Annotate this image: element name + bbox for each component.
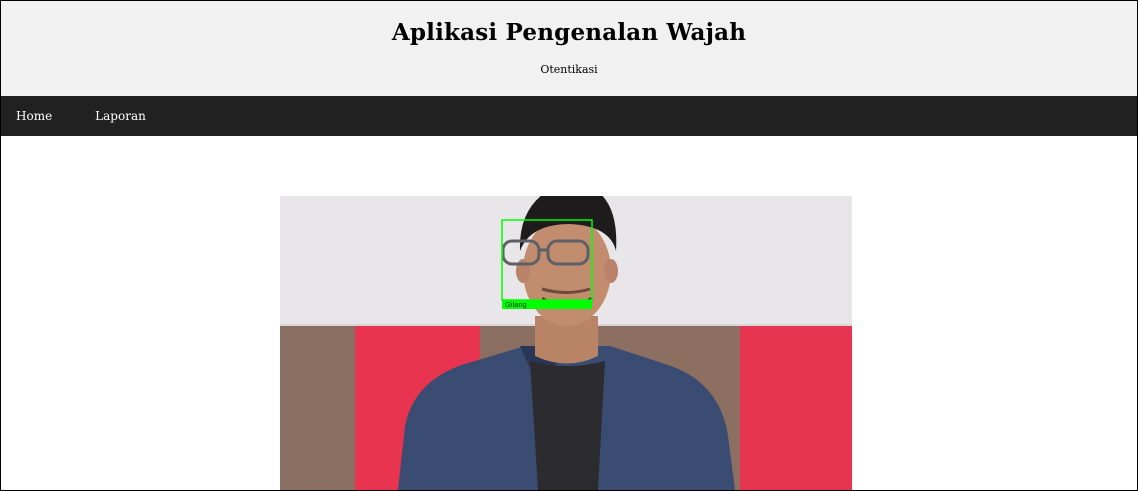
red-panel-right (740, 326, 852, 490)
face-shape (523, 216, 611, 326)
app-window: Aplikasi Pengenalan Wajah Otentikasi Hom… (0, 0, 1138, 491)
nav-bar: Home Laporan (1, 96, 1137, 136)
main-content: Gilang (1, 136, 1137, 490)
page-header: Aplikasi Pengenalan Wajah Otentikasi (1, 1, 1137, 96)
nav-laporan-link[interactable]: Laporan (80, 96, 161, 136)
detected-name-label: Gilang (505, 300, 527, 309)
ear-right (604, 259, 618, 283)
nav-home-link[interactable]: Home (1, 96, 67, 136)
camera-feed-image: Gilang (280, 196, 852, 490)
page-subtitle: Otentikasi (540, 63, 598, 76)
tshirt-shape (530, 361, 605, 490)
page-title: Aplikasi Pengenalan Wajah (391, 19, 747, 46)
face-recognition-frame: Gilang (280, 196, 852, 490)
